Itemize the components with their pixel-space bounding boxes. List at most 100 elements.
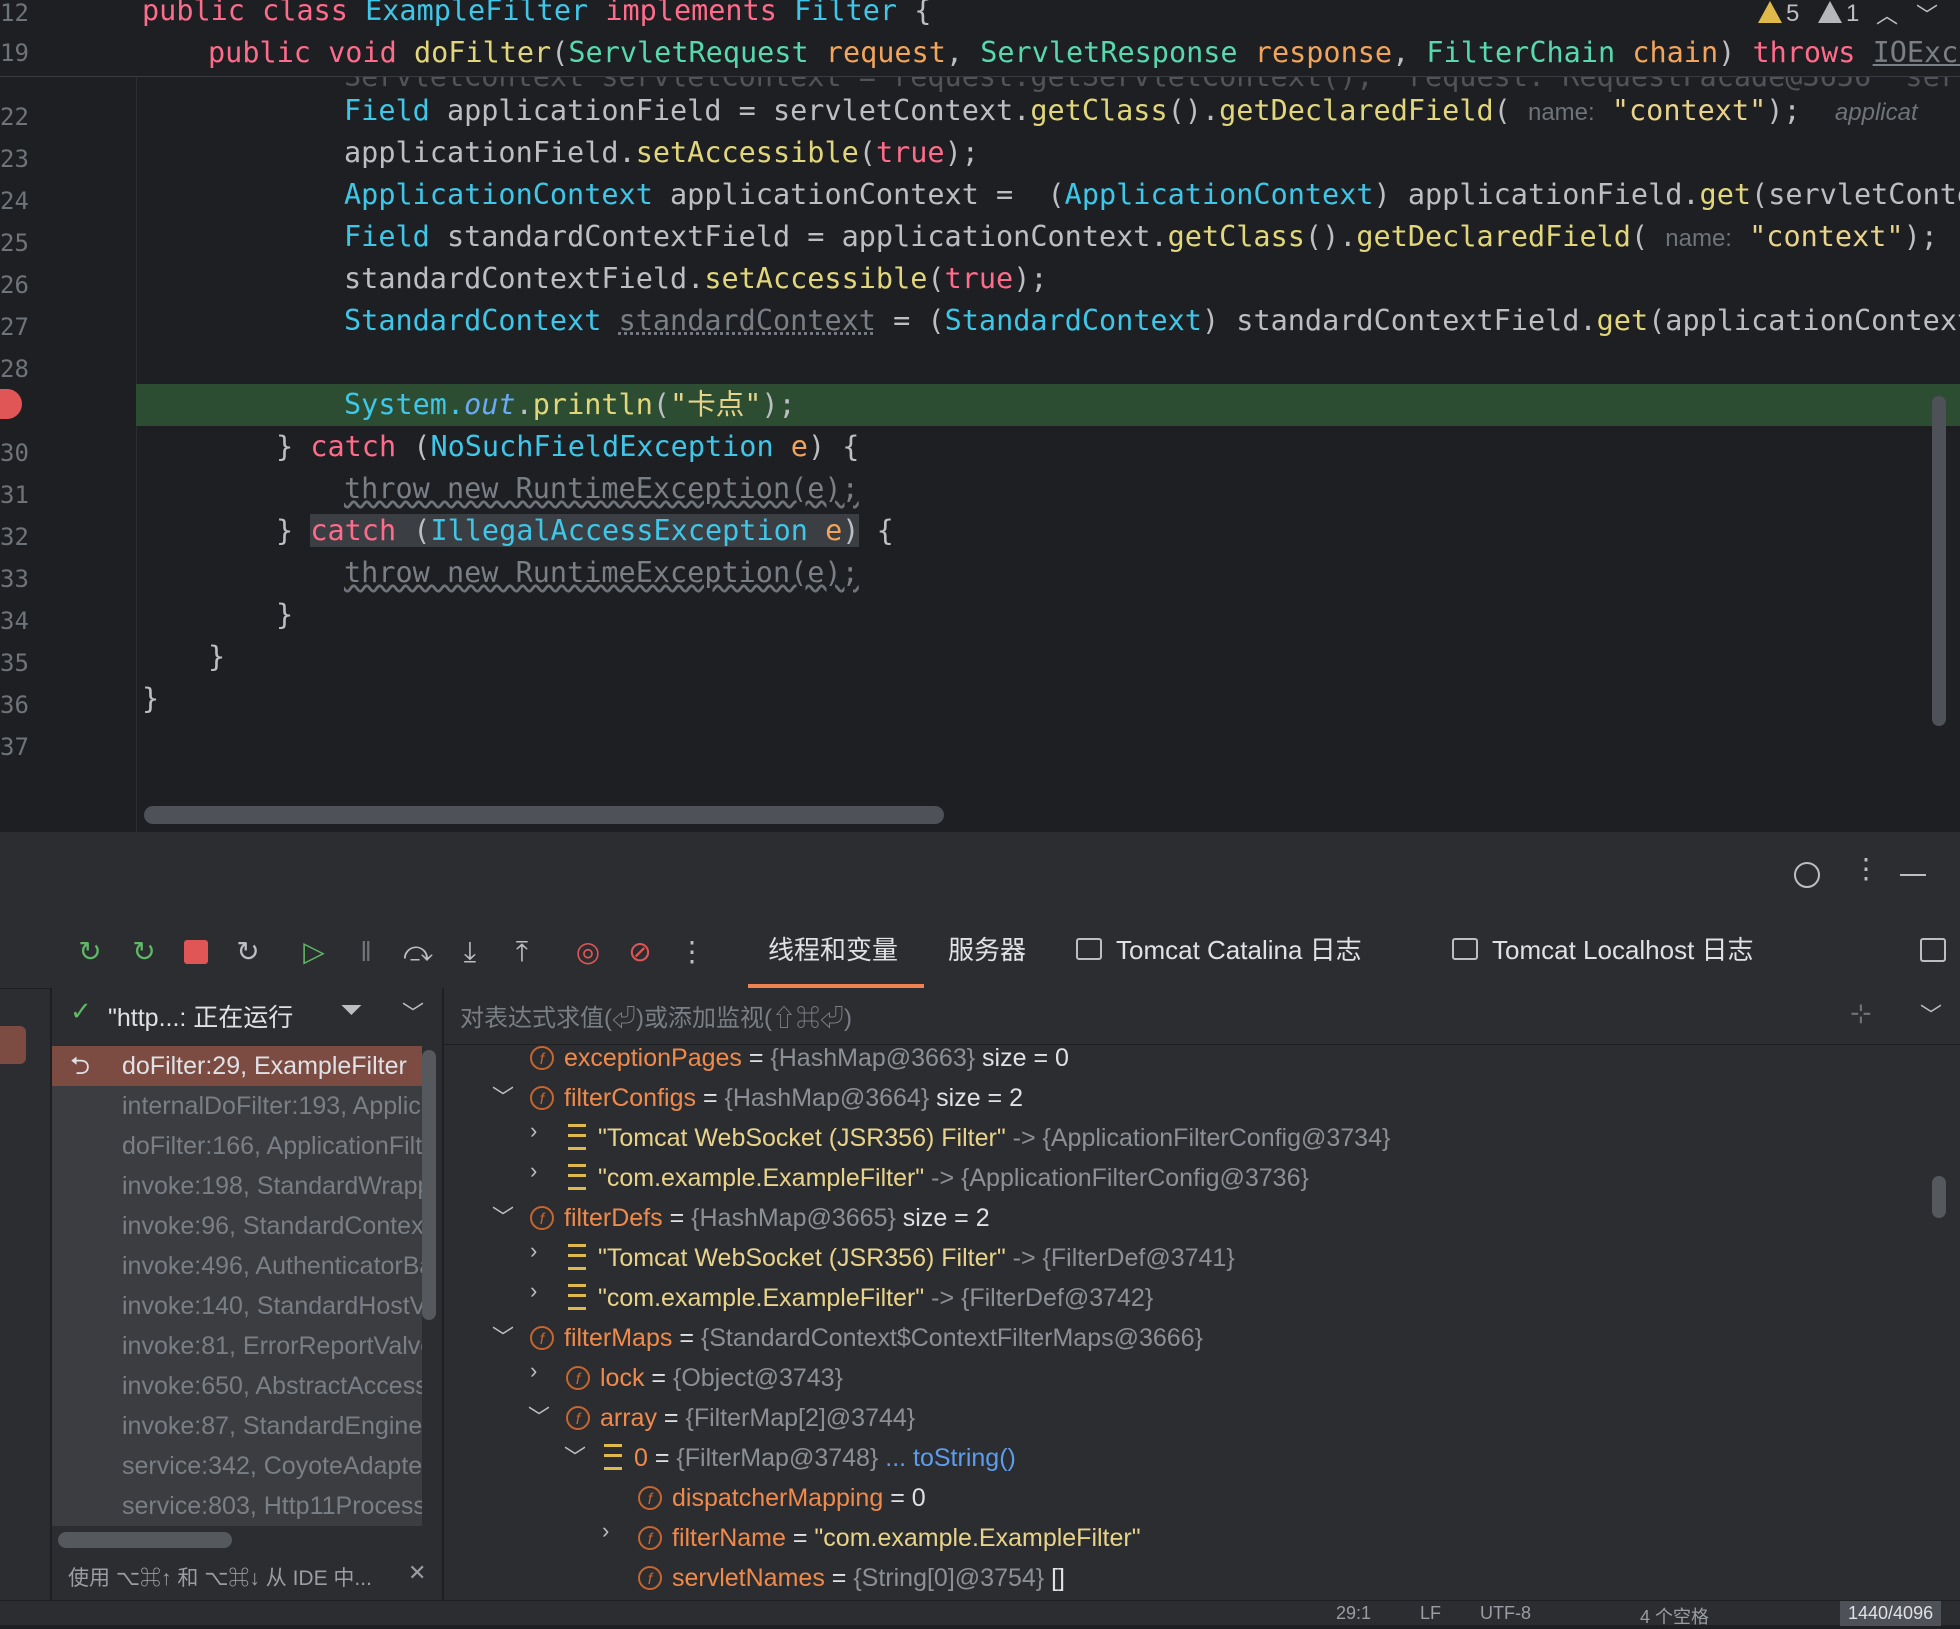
- resume-icon[interactable]: ▷: [298, 936, 330, 968]
- map-entry[interactable]: "com.example.ExampleFilter" -> {Applicat…: [568, 1158, 1309, 1198]
- pause-icon[interactable]: ‖: [350, 936, 382, 968]
- chevron-down-icon[interactable]: ﹀: [492, 1080, 514, 1112]
- prev-highlight-icon[interactable]: ︿: [1876, 0, 1898, 30]
- code-editor[interactable]: 22 23 24 25 26 27 28 30 31 32 33 34 35 3…: [0, 0, 1960, 832]
- code-line-33: throw new RuntimeException(e);: [344, 556, 859, 589]
- chevron-down-icon[interactable]: ﹀: [402, 996, 424, 1028]
- indent-setting[interactable]: 4 个空格: [1640, 1603, 1709, 1629]
- stack-frame[interactable]: invoke:140, StandardHostValve: [52, 1286, 422, 1326]
- mute-breakpoints-icon[interactable]: ⊘: [624, 936, 656, 968]
- list-entry-icon: [568, 1164, 586, 1190]
- step-out-icon[interactable]: ⤒: [506, 936, 538, 968]
- var-exceptionPages[interactable]: f exceptionPages = {HashMap@3663} size = …: [530, 1038, 1069, 1078]
- tab-threads-variables[interactable]: 线程和变量: [768, 930, 898, 967]
- frames-hscrollbar[interactable]: [58, 1532, 232, 1548]
- var-array[interactable]: f array = {FilterMap[2]@3744}: [566, 1398, 915, 1438]
- line-separator[interactable]: LF: [1420, 1603, 1441, 1624]
- var-filterConfigs[interactable]: f filterConfigs = {HashMap@3664} size = 2: [530, 1078, 1023, 1118]
- more-options-icon[interactable]: ⋮: [1852, 852, 1880, 885]
- var-filterMaps[interactable]: f filterMaps = {StandardContext$ContextFi…: [530, 1318, 1203, 1358]
- rerun-icon[interactable]: ↻: [74, 936, 106, 968]
- field-icon: f: [638, 1486, 662, 1510]
- chevron-right-icon[interactable]: ›: [530, 1118, 537, 1144]
- step-into-icon[interactable]: ⤓: [454, 936, 486, 968]
- chevron-right-icon[interactable]: ›: [530, 1158, 537, 1184]
- vertical-scrollbar[interactable]: [1932, 396, 1946, 726]
- stack-frame[interactable]: service:803, Http11Processor: [52, 1486, 422, 1526]
- next-highlight-icon[interactable]: ﹀: [1916, 0, 1938, 30]
- left-tool-strip: [0, 916, 51, 1600]
- line-number: 23: [0, 145, 29, 173]
- frames-scrollbar[interactable]: [422, 1050, 436, 1320]
- field-icon: f: [530, 1326, 554, 1350]
- chevron-right-icon[interactable]: ›: [602, 1518, 609, 1544]
- chevron-right-icon[interactable]: ›: [530, 1358, 537, 1384]
- stop-icon[interactable]: [184, 940, 208, 964]
- more-actions-icon[interactable]: ⋮: [676, 936, 708, 968]
- map-entry[interactable]: "Tomcat WebSocket (JSR356) Filter" -> {F…: [568, 1238, 1235, 1278]
- evaluate-expression-input[interactable]: 对表达式求值(⏎)或添加监视(⇧⌘⏎): [460, 998, 852, 1033]
- tab-localhost-log[interactable]: Tomcat Localhost 日志: [1492, 930, 1754, 967]
- stack-frame[interactable]: invoke:81, ErrorReportValve: [52, 1326, 422, 1366]
- code-line-23: applicationField.setAccessible(true);: [344, 136, 979, 169]
- var-lock[interactable]: f lock = {Object@3743}: [566, 1358, 843, 1398]
- code-line-26: standardContextField.setAccessible(true)…: [344, 262, 1048, 295]
- chevron-down-icon[interactable]: ﹀: [564, 1440, 586, 1472]
- memory-indicator[interactable]: 1440/4096: [1840, 1601, 1942, 1626]
- map-entry[interactable]: "Tomcat WebSocket (JSR356) Filter" -> {A…: [568, 1118, 1390, 1158]
- add-watch-icon[interactable]: ⊹: [1850, 998, 1872, 1029]
- status-bar: 29:1 LF UTF-8 4 个空格 1440/4096: [0, 1600, 1960, 1627]
- sticky-class-line: public class ExampleFilter implements Fi…: [142, 0, 932, 27]
- stack-frame[interactable]: internalDoFilter:193, ApplicationFilterC…: [52, 1086, 422, 1126]
- view-breakpoints-icon[interactable]: ◎: [572, 936, 604, 968]
- stack-frame-selected[interactable]: ⮌ doFilter:29, ExampleFilter: [52, 1046, 422, 1086]
- var-servletNames[interactable]: f servletNames = {String[0]@3754} []: [638, 1558, 1065, 1598]
- stack-frame[interactable]: invoke:650, AbstractAccessLogValve: [52, 1366, 422, 1406]
- var-filterName[interactable]: f filterName = "com.example.ExampleFilter…: [638, 1518, 1141, 1558]
- var-filterDefs[interactable]: f filterDefs = {HashMap@3665} size = 2: [530, 1198, 990, 1238]
- chevron-down-icon[interactable]: ﹀: [1920, 998, 1942, 1030]
- warning-indicator[interactable]: 5: [1758, 0, 1799, 28]
- stack-frame[interactable]: service:342, CoyoteAdapter: [52, 1446, 422, 1486]
- stack-frame[interactable]: invoke:87, StandardEngineValve: [52, 1406, 422, 1446]
- tostring-link[interactable]: ... toString(): [885, 1444, 1016, 1472]
- chevron-down-icon[interactable]: ﹀: [528, 1400, 550, 1432]
- weak-warning-indicator[interactable]: 1: [1818, 0, 1859, 28]
- var-dispatcherMapping[interactable]: f dispatcherMapping = 0: [638, 1478, 926, 1518]
- line-number: 30: [0, 439, 29, 467]
- file-encoding[interactable]: UTF-8: [1480, 1603, 1531, 1624]
- chevron-right-icon[interactable]: ›: [530, 1238, 537, 1264]
- debug-toolbar: ↻ ↻ ↻ ▷ ‖ ⤼ ⤓ ⤒ ◎ ⊘ ⋮ 线程和变量 服务器 Tomcat C…: [0, 916, 1960, 989]
- list-entry-icon: [604, 1444, 622, 1470]
- frames-panel: ✓ "http...: 正在运行 ⏷ ﹀ ⮌ doFilter:29, Examp…: [52, 988, 443, 1600]
- stack-frame[interactable]: invoke:496, AuthenticatorBase: [52, 1246, 422, 1286]
- rerun-changed-icon[interactable]: ↻: [128, 936, 160, 968]
- layout-icon[interactable]: [1920, 938, 1946, 962]
- chevron-down-icon[interactable]: ﹀: [492, 1200, 514, 1232]
- stack-frame[interactable]: doFilter:166, ApplicationFilterChain: [52, 1126, 422, 1166]
- array-element-0[interactable]: 0 = {FilterMap@3748} ... toString(): [604, 1438, 1016, 1478]
- tab-catalina-log[interactable]: Tomcat Catalina 日志: [1116, 930, 1362, 967]
- locate-icon[interactable]: [1794, 862, 1820, 888]
- horizontal-scrollbar[interactable]: [144, 806, 944, 824]
- close-icon[interactable]: ✕: [408, 1560, 426, 1586]
- minimize-icon[interactable]: [1900, 874, 1926, 876]
- variables-scrollbar[interactable]: [1932, 1176, 1946, 1218]
- stack-frame[interactable]: invoke:96, StandardContextValve: [52, 1206, 422, 1246]
- line-number: 28: [0, 355, 29, 383]
- active-indicator: [0, 1026, 26, 1064]
- code-line-22: Field applicationField = servletContext.…: [344, 94, 1918, 127]
- caret-position[interactable]: 29:1: [1336, 1603, 1371, 1624]
- chevron-right-icon[interactable]: ›: [530, 1278, 537, 1304]
- restart-icon[interactable]: ↻: [232, 936, 264, 968]
- stack-frame[interactable]: invoke:198, StandardWrapperValve: [52, 1166, 422, 1206]
- filter-icon[interactable]: ⏷: [340, 994, 362, 1027]
- chevron-down-icon[interactable]: ﹀: [492, 1320, 514, 1352]
- map-entry[interactable]: "com.example.ExampleFilter" -> {FilterDe…: [568, 1278, 1153, 1318]
- code-line-24: ApplicationContext applicationContext = …: [344, 178, 1960, 211]
- step-over-icon[interactable]: ⤼: [402, 936, 434, 968]
- line-gutter[interactable]: 22 23 24 25 26 27 28 30 31 32 33 34 35 3…: [0, 0, 137, 832]
- tab-servers[interactable]: 服务器: [948, 930, 1026, 967]
- sticky-header[interactable]: 12 public class ExampleFilter implements…: [0, 0, 1960, 77]
- thread-selector[interactable]: "http...: 正在运行: [108, 998, 293, 1034]
